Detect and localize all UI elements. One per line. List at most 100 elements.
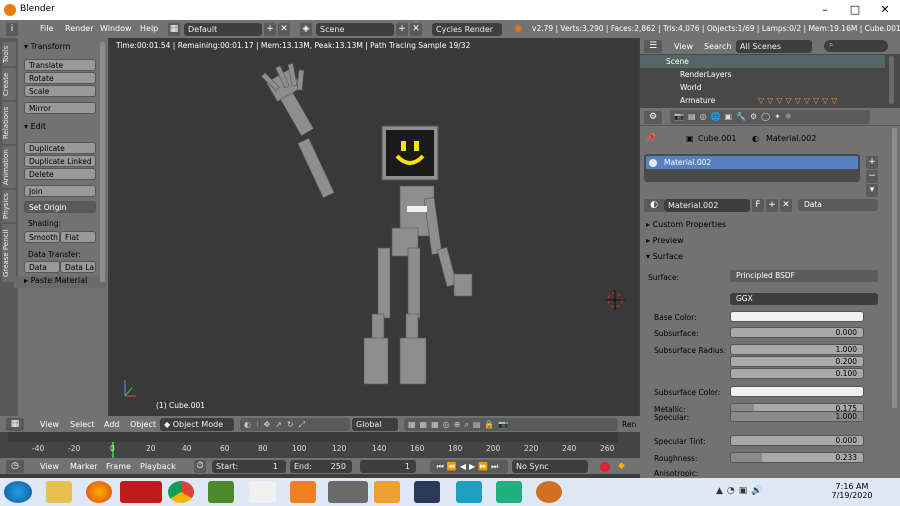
new-material-button[interactable]: + <box>766 199 778 212</box>
join-button[interactable]: Join <box>24 185 96 197</box>
tab-grease-pencil[interactable]: Grease Pencil <box>2 224 16 282</box>
app-icon[interactable] <box>250 481 276 503</box>
specular-tint-slider[interactable]: 0.000 <box>730 435 864 446</box>
timeline-editor-icon[interactable]: ◷ <box>6 460 24 473</box>
opera-icon[interactable] <box>120 481 162 503</box>
outliner-row-scene[interactable]: Scene <box>640 55 885 68</box>
viewport-menu-object[interactable]: Object <box>130 420 156 429</box>
tray-icons[interactable]: ▲◔▣🔊 <box>716 486 766 496</box>
smooth-button[interactable]: Smooth <box>24 231 60 243</box>
outliner-search-input[interactable]: ⌕ <box>824 40 888 52</box>
rotate-button[interactable]: Rotate <box>24 72 96 84</box>
subsurface-color-swatch[interactable] <box>730 386 864 397</box>
pin-icon[interactable]: 📌 <box>646 133 656 142</box>
camera-icon[interactable] <box>456 481 482 503</box>
tab-animation[interactable]: Animation <box>2 146 16 188</box>
unlink-material-button[interactable]: ✕ <box>780 199 792 212</box>
surface-shader-dropdown[interactable]: Principled BSDF <box>730 270 878 282</box>
properties-editor-icon[interactable]: ⚙ <box>644 111 662 124</box>
scale-button[interactable]: Scale <box>24 85 96 97</box>
transform-panel-header[interactable]: ▾ Transform <box>24 42 70 51</box>
viewport-menu-add[interactable]: Add <box>104 420 120 429</box>
link-dropdown[interactable]: Data <box>798 199 878 211</box>
orientation-dropdown[interactable]: Global <box>352 418 398 431</box>
3d-viewport[interactable]: Time:00:01.54 | Remaining:00:01.17 | Mem… <box>110 38 638 416</box>
notes-icon[interactable] <box>374 481 400 503</box>
minimize-button[interactable]: – <box>810 0 840 20</box>
data-button[interactable]: Data <box>24 261 60 273</box>
screen-layout-icon[interactable]: ▦ <box>168 23 180 36</box>
firefox-icon[interactable] <box>86 481 112 503</box>
roughness-slider[interactable]: 0.233 <box>730 452 864 463</box>
timeline-menu-playback[interactable]: Playback <box>140 462 176 471</box>
remove-layout-button[interactable]: ✕ <box>278 23 290 36</box>
timeline-menu-frame[interactable]: Frame <box>106 462 131 471</box>
data-layers-button[interactable]: Data La <box>60 261 96 273</box>
outliner-row-world[interactable]: World <box>640 81 885 94</box>
editor-type-icon[interactable]: i <box>6 23 18 36</box>
tab-physics[interactable]: Physics <box>2 190 16 222</box>
remove-scene-button[interactable]: ✕ <box>410 23 422 36</box>
set-origin-dropdown[interactable]: Set Origin <box>24 201 96 213</box>
menu-file[interactable]: File <box>40 24 53 33</box>
add-layout-button[interactable]: + <box>264 23 276 36</box>
tab-create[interactable]: Create <box>2 68 16 100</box>
sync-dropdown[interactable]: No Sync <box>512 460 588 473</box>
current-frame-field[interactable]: 1 <box>360 460 416 473</box>
timeline-menu-view[interactable]: View <box>40 462 59 471</box>
subsurface-radius-y[interactable]: 0.200 <box>730 356 864 367</box>
keyframe-icon[interactable]: ◆ <box>618 461 625 471</box>
tab-relations[interactable]: Relations <box>2 102 16 144</box>
clock[interactable]: 7:16 AM 7/19/2020 <box>822 482 882 500</box>
duplicate-button[interactable]: Duplicate <box>24 142 96 154</box>
duplicate-linked-button[interactable]: Duplicate Linked <box>24 155 96 167</box>
distribution-dropdown[interactable]: GGX <box>730 293 878 305</box>
file-explorer-icon[interactable] <box>46 481 72 503</box>
render-button[interactable]: Ren <box>622 420 636 429</box>
base-color-swatch[interactable] <box>730 311 864 322</box>
render-engine-dropdown[interactable]: Cycles Render <box>432 23 502 36</box>
subsurface-slider[interactable]: 0.000 <box>730 327 864 338</box>
blender-taskbar-icon[interactable] <box>328 481 368 503</box>
end-frame-field[interactable]: End: 250 <box>290 460 352 473</box>
viewport-editor-icon[interactable]: ▦ <box>6 418 24 431</box>
custom-properties-panel[interactable]: ▸ Custom Properties <box>646 220 726 229</box>
toolshelf-scrollbar[interactable] <box>100 42 105 282</box>
maximize-button[interactable]: □ <box>840 0 870 20</box>
subsurface-radius-x[interactable]: 1.000 <box>730 344 864 355</box>
scratch-icon[interactable] <box>290 481 316 503</box>
add-scene-button[interactable]: + <box>396 23 408 36</box>
context-tab-icons[interactable]: 📷▤◎🌐▣🔧⚙◯✦⚛ <box>670 110 870 124</box>
mirror-button[interactable]: Mirror <box>24 102 96 114</box>
slot-menu-button[interactable]: ▾ <box>866 184 878 197</box>
paste-material-header[interactable]: ▸ Paste Material <box>14 276 106 288</box>
minecraft-icon[interactable] <box>208 481 234 503</box>
start-button-icon[interactable] <box>4 481 32 503</box>
scene-field[interactable]: Scene <box>316 23 394 36</box>
mode-dropdown[interactable]: ◆ Object Mode <box>160 418 234 431</box>
subsurface-radius-z[interactable]: 0.100 <box>730 368 864 379</box>
steam-icon[interactable] <box>414 481 440 503</box>
specular-slider[interactable]: 1.000 <box>730 411 864 422</box>
material-slot-list[interactable]: Material.002 <box>644 154 860 182</box>
shading-pivot-manipulator-icons[interactable]: ◐⁝✥↗↻⤢ <box>240 418 350 431</box>
translate-button[interactable]: Translate <box>24 59 96 71</box>
playback-controls[interactable]: ⏮⏪◀▶⏩⏭ <box>430 460 508 473</box>
scene-icon[interactable]: ◈ <box>300 23 312 36</box>
edit-panel-header[interactable]: ▾ Edit <box>24 122 46 131</box>
timeline-scroll[interactable] <box>8 432 618 442</box>
material-slot-item[interactable]: Material.002 <box>646 156 858 169</box>
layers-snap-icons[interactable]: ▦▦▦◎⊕⌕▤🔒📷 <box>404 418 618 431</box>
app-arrow-icon[interactable] <box>496 481 522 503</box>
outliner-editor-icon[interactable]: ☰ <box>644 40 662 53</box>
record-icon[interactable] <box>600 462 610 472</box>
outliner-search-menu[interactable]: Search <box>704 42 731 51</box>
material-browse-icon[interactable]: ◐ <box>644 199 664 212</box>
tab-tools[interactable]: Tools <box>2 42 16 66</box>
timeline-menu-marker[interactable]: Marker <box>70 462 98 471</box>
screen-layout-field[interactable]: Default <box>184 23 262 36</box>
outliner-scrollbar[interactable] <box>889 56 894 104</box>
material-name-field[interactable]: Material.002 <box>664 199 750 212</box>
menu-window[interactable]: Window <box>100 24 132 33</box>
close-button[interactable]: ✕ <box>870 0 900 20</box>
